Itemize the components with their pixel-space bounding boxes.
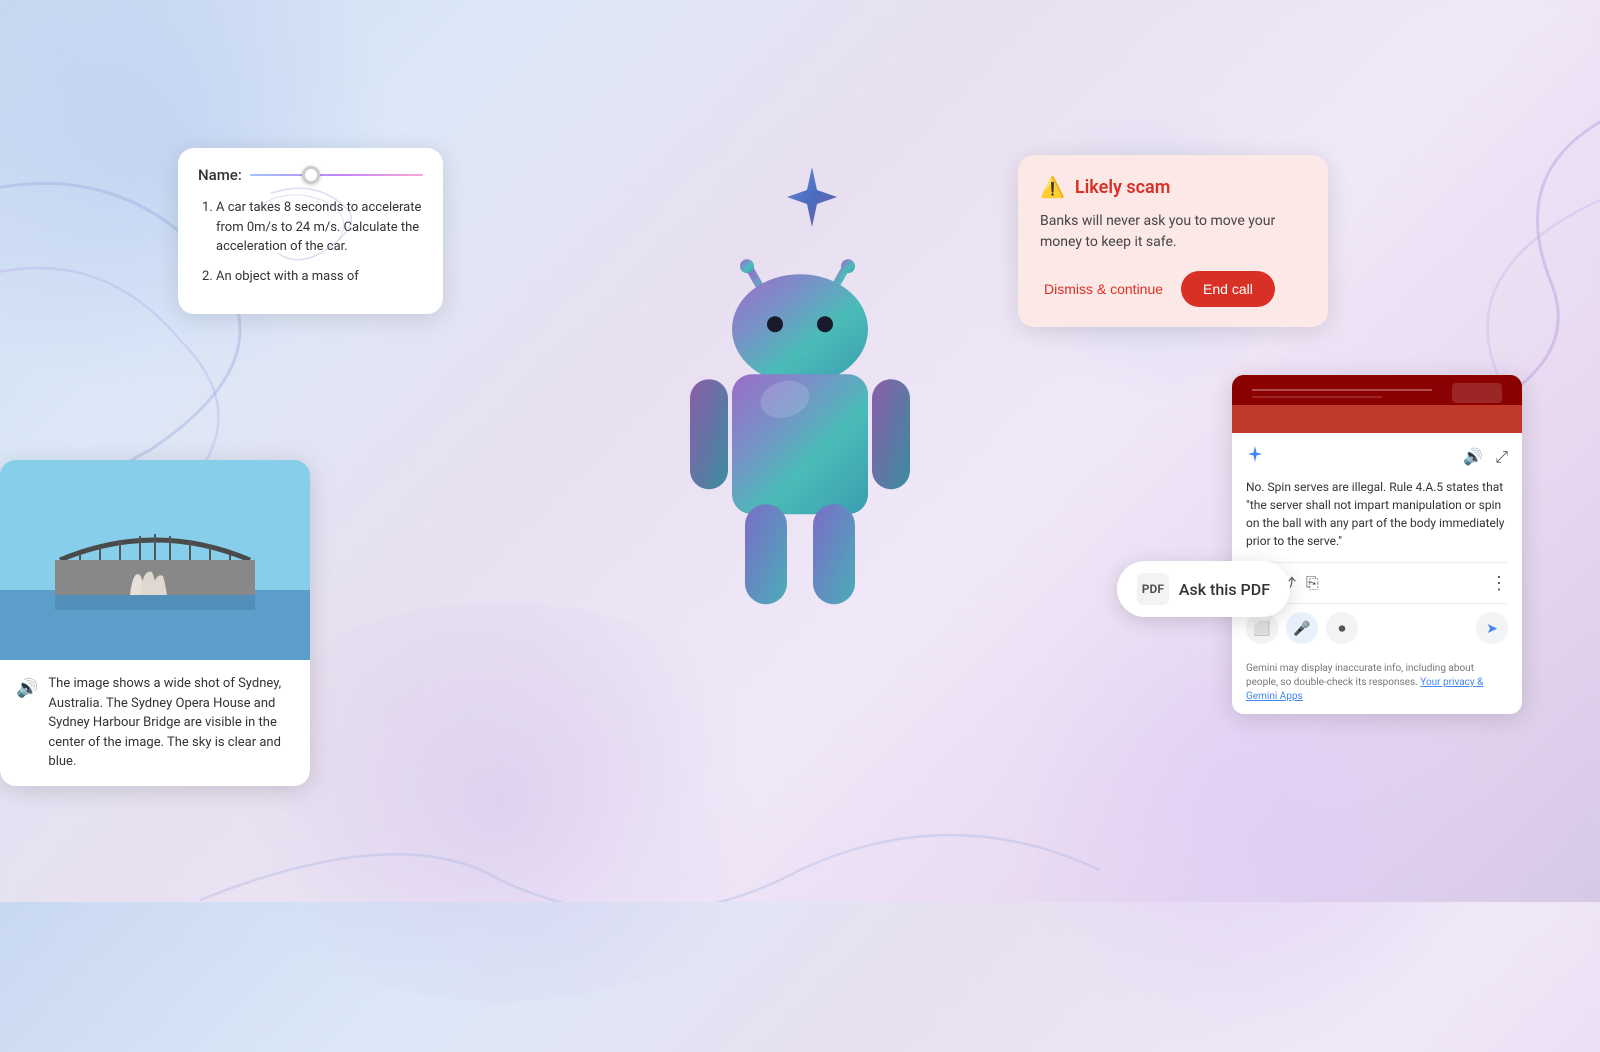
quiz-list: A car takes 8 seconds to accelerate from… (198, 198, 423, 286)
browser-body: 🔊 ⤢ No. Spin serves are illegal. Rule 4.… (1232, 433, 1522, 656)
name-underline (250, 174, 423, 176)
pdf-icon: PDF (1137, 573, 1169, 605)
record-button[interactable]: ⏺ (1326, 612, 1358, 644)
ask-pdf-label: Ask this PDF (1179, 580, 1270, 599)
external-link-icon[interactable]: ⤢ (1495, 447, 1508, 467)
scam-title: Likely scam (1075, 177, 1170, 198)
quiz-card: Name: A car takes 8 seconds to accelerat… (178, 148, 443, 314)
scam-card: ⚠️ Likely scam Banks will never ask you … (1018, 155, 1328, 327)
name-dot (302, 166, 320, 184)
sydney-card: 🔊 The image shows a wide shot of Sydney,… (0, 460, 310, 786)
end-call-button[interactable]: End call (1181, 271, 1275, 307)
browser-top-bar (1232, 375, 1522, 433)
gemini-icon (1246, 445, 1264, 468)
scam-body: Banks will never ask you to move your mo… (1040, 211, 1306, 253)
more-icon[interactable]: ⋮ (1490, 573, 1508, 594)
scam-actions: Dismiss & continue End call (1040, 271, 1306, 307)
browser-gemini-row: 🔊 ⤢ (1246, 445, 1508, 468)
send-button[interactable]: ➤ (1476, 612, 1508, 644)
android-mascot (650, 224, 950, 644)
ask-pdf-pill[interactable]: PDF Ask this PDF (1117, 561, 1290, 617)
browser-icon-row: 🔊 ⤢ (1463, 447, 1508, 467)
warning-icon: ⚠️ (1040, 175, 1065, 199)
mic-button[interactable]: 🎤 (1286, 612, 1318, 644)
copy-icon[interactable]: ⎘ (1306, 573, 1319, 593)
sydney-image (0, 460, 310, 660)
name-row: Name: (198, 166, 423, 184)
volume-icon[interactable]: 🔊 (1463, 447, 1483, 466)
speaker-icon: 🔊 (16, 675, 38, 702)
dismiss-button[interactable]: Dismiss & continue (1040, 273, 1167, 305)
browser-toolbar: ⬜ 🎤 ⏺ ➤ (1246, 603, 1508, 648)
browser-footer: Gemini may display inaccurate info, incl… (1232, 656, 1522, 714)
browser-answer-text: No. Spin serves are illegal. Rule 4.A.5 … (1246, 478, 1508, 550)
quiz-item-2: An object with a mass of (216, 267, 423, 287)
name-label: Name: (198, 166, 242, 184)
sydney-caption-text: The image shows a wide shot of Sydney, A… (48, 674, 294, 772)
scam-header: ⚠️ Likely scam (1040, 175, 1306, 199)
browser-card: 🔊 ⤢ No. Spin serves are illegal. Rule 4.… (1232, 375, 1522, 714)
quiz-item-1: A car takes 8 seconds to accelerate from… (216, 198, 423, 257)
sydney-caption: 🔊 The image shows a wide shot of Sydney,… (0, 660, 310, 786)
